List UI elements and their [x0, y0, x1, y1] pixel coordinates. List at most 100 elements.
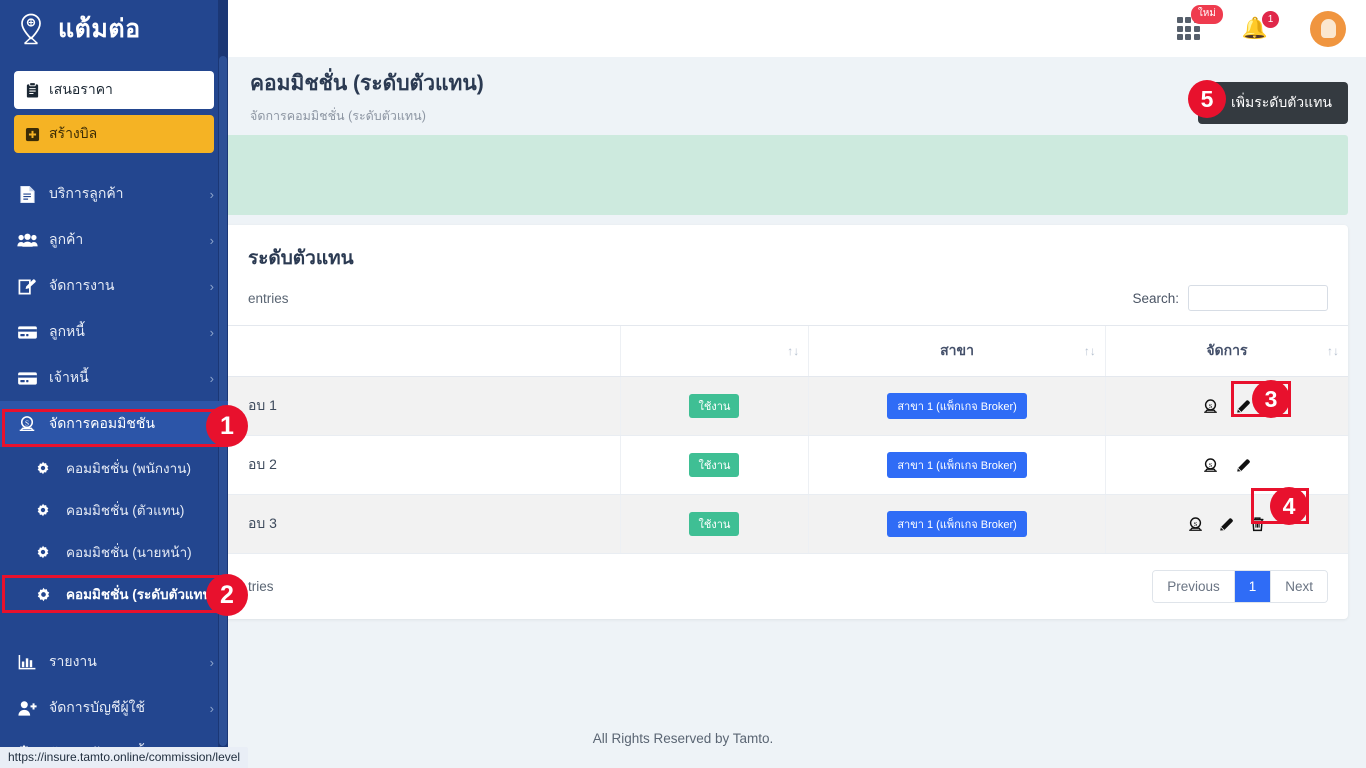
document-icon: [16, 185, 38, 204]
sidebar-item-label: จัดการงาน: [49, 277, 115, 293]
branch-badge: สาขา 1 (แพ็กเกจ Broker): [887, 452, 1027, 478]
chevron-right-icon: ›: [209, 232, 214, 248]
sidebar-quote-label: เสนอราคา: [49, 81, 113, 97]
card-icon: [16, 325, 38, 340]
entries-length-label: entries: [248, 290, 289, 306]
annotation-number-2: 2: [206, 574, 248, 616]
sidebar-create-bill-label: สร้างบิล: [49, 125, 98, 141]
sidebar-subitem-commission-agent[interactable]: คอมมิชชั่น (ตัวแทน): [0, 489, 228, 531]
chevron-right-icon: ›: [209, 700, 214, 716]
annotation-box-2: [2, 575, 228, 613]
branch-badge: สาขา 1 (แพ็กเกจ Broker): [887, 393, 1027, 419]
cell-actions: S: [1104, 376, 1348, 436]
chevron-right-icon: ›: [209, 324, 214, 340]
col-actions[interactable]: จัดการ ↑↓: [1104, 325, 1348, 377]
notifications-button[interactable]: 🔔 1: [1242, 10, 1279, 40]
sidebar-item-customers[interactable]: ลูกค้า ›: [0, 217, 228, 263]
coin-icon[interactable]: S: [1186, 515, 1205, 534]
sidebar-subitem-commission-employee[interactable]: คอมมิชชั่น (พนักงาน): [0, 447, 228, 489]
pagination-next[interactable]: Next: [1270, 571, 1327, 602]
annotation-number-1: 1: [206, 405, 248, 447]
card-icon: [16, 371, 38, 386]
svg-text:S: S: [1209, 461, 1213, 468]
notification-count-badge: 1: [1262, 10, 1279, 28]
sidebar-item-customer-service[interactable]: บริการลูกค้า ›: [0, 171, 228, 217]
sidebar-item-reports[interactable]: รายงาน ›: [0, 639, 228, 685]
user-plus-icon: [16, 700, 38, 717]
search-input[interactable]: [1188, 285, 1328, 311]
coin-icon[interactable]: S: [1201, 397, 1220, 416]
pagination-previous[interactable]: Previous: [1153, 571, 1234, 602]
map-pin-logo-icon: [21, 13, 41, 44]
avatar[interactable]: [1310, 10, 1346, 47]
sidebar-item-label: บริการลูกค้า: [49, 185, 124, 201]
gear-icon: [32, 503, 54, 517]
sort-icon: ↑↓: [1327, 344, 1339, 358]
cell-status: ใช้งาน: [619, 376, 809, 436]
col-branch-label: สาขา: [940, 342, 974, 358]
sidebar: แต้มต่อ เสนอราคา สร้างบิล บริการลูกค้า ›: [0, 0, 228, 768]
page-subtitle: จัดการคอมมิชชั่น (ระดับตัวแทน): [250, 109, 426, 123]
sort-icon: ↑↓: [1083, 344, 1096, 358]
col-actions-label: จัดการ: [1206, 342, 1248, 358]
sidebar-item-label: รายงาน: [49, 653, 97, 669]
cell-status: ใช้งาน: [619, 435, 809, 495]
sidebar-item-label: เจ้าหนี้: [49, 369, 89, 385]
coin-icon[interactable]: S: [1201, 456, 1220, 475]
cell-status: ใช้งาน: [619, 494, 809, 554]
bar-chart-icon: [16, 654, 38, 670]
pagination: Previous 1 Next: [1152, 570, 1328, 603]
edit-square-icon: [16, 277, 38, 296]
status-badge: ใช้งาน: [689, 453, 740, 477]
showing-entries-label: tries: [248, 579, 274, 594]
gear-icon: [32, 545, 54, 559]
pencil-icon[interactable]: [1234, 456, 1253, 475]
sidebar-item-job-management[interactable]: จัดการงาน ›: [0, 263, 228, 309]
sidebar-item-label: ลูกหนี้: [49, 323, 85, 339]
pagination-page-1[interactable]: 1: [1233, 571, 1271, 602]
sidebar-subitem-label: คอมมิชชั่น (พนักงาน): [66, 461, 191, 476]
sidebar-create-bill-button[interactable]: สร้างบิล: [14, 115, 214, 153]
svg-text:S: S: [1194, 520, 1198, 527]
col-status[interactable]: ↑↓: [619, 325, 809, 377]
cell-actions: S: [1104, 435, 1348, 495]
apps-new-badge: ใหม่: [1190, 5, 1223, 24]
clipboard-icon: [26, 81, 39, 98]
sidebar-subitem-commission-broker[interactable]: คอมมิชชั่น (นายหน้า): [0, 531, 228, 573]
sidebar-item-user-accounts[interactable]: จัดการบัญชีผู้ใช้ ›: [0, 685, 228, 731]
browser-status-bar: https://insure.tamto.online/commission/l…: [0, 747, 249, 768]
sidebar-subitem-label: คอมมิชชั่น (นายหน้า): [66, 545, 192, 560]
sidebar-item-label: ลูกค้า: [49, 231, 84, 247]
brand[interactable]: แต้มต่อ: [0, 0, 228, 57]
pencil-icon[interactable]: [1217, 515, 1236, 534]
col-branch[interactable]: สาขา ↑↓: [808, 325, 1106, 377]
sidebar-item-payables[interactable]: เจ้าหนี้ ›: [0, 355, 228, 401]
cell-actions: S: [1104, 494, 1348, 554]
plus-square-icon: [25, 127, 40, 141]
annotation-box-1: [2, 409, 228, 447]
cell-branch: สาขา 1 (แพ็กเกจ Broker): [808, 494, 1106, 554]
chevron-right-icon: ›: [209, 278, 214, 294]
sidebar-item-label: จัดการบัญชีผู้ใช้: [49, 699, 146, 715]
search-label: Search:: [1132, 290, 1179, 306]
lightbulb-icon: [1320, 19, 1336, 38]
annotation-number-3: 3: [1252, 380, 1290, 418]
annotation-number-5: 5: [1188, 80, 1226, 118]
sort-icon: ↑↓: [787, 344, 800, 358]
sidebar-quote-button[interactable]: เสนอราคา: [14, 71, 214, 109]
svg-text:S: S: [1209, 402, 1213, 409]
chevron-right-icon: ›: [209, 654, 214, 670]
top-bar-actions: ใหม่ 🔔 1: [1176, 0, 1346, 57]
gear-icon: [32, 461, 54, 475]
add-agent-level-label: เพิ่มระดับตัวแทน: [1230, 94, 1332, 110]
apps-grid-button[interactable]: ใหม่: [1176, 5, 1223, 40]
brand-name: แต้มต่อ: [58, 14, 141, 43]
branch-badge: สาขา 1 (แพ็กเกจ Broker): [887, 511, 1027, 537]
cell-branch: สาขา 1 (แพ็กเกจ Broker): [808, 435, 1106, 495]
chevron-right-icon: ›: [209, 186, 214, 202]
sidebar-subitem-label: คอมมิชชั่น (ตัวแทน): [66, 503, 185, 518]
status-badge: ใช้งาน: [689, 394, 740, 418]
page-title: คอมมิชชั่น (ระดับตัวแทน): [250, 72, 484, 95]
sidebar-item-receivables[interactable]: ลูกหนี้ ›: [0, 309, 228, 355]
annotation-number-4: 4: [1270, 487, 1308, 525]
